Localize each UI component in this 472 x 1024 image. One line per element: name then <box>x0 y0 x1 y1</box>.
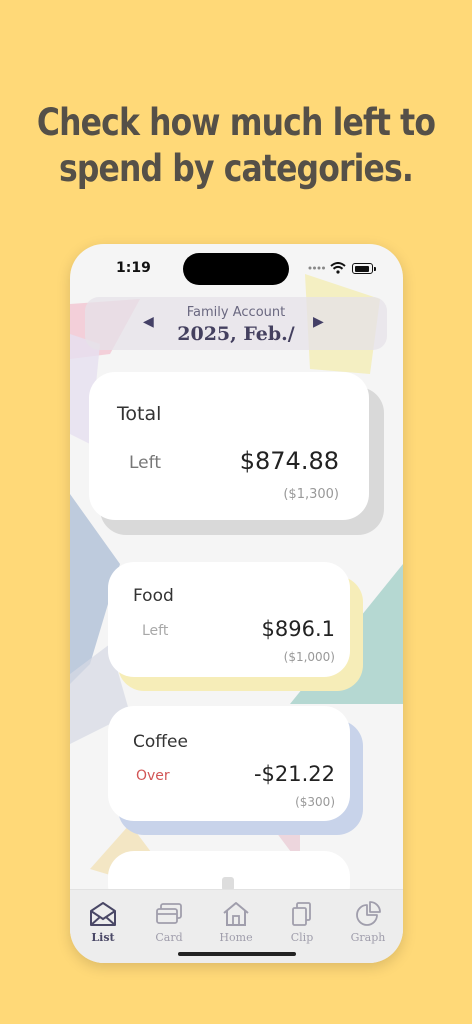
card-icon <box>156 903 182 924</box>
cellular-signal-icon <box>308 266 325 270</box>
tab-clip[interactable]: Clip <box>272 900 332 944</box>
month-label[interactable]: 2025, Feb./ <box>85 323 387 345</box>
tab-home-label: Home <box>219 931 253 944</box>
food-left-label: Left <box>142 623 169 639</box>
coffee-amount: -$21.22 <box>253 762 335 786</box>
account-name[interactable]: Family Account <box>85 305 387 320</box>
tab-graph-label: Graph <box>350 931 386 944</box>
coffee-budget: ($300) <box>295 795 335 809</box>
phone-screen: 1:19 ◀ Family Account 2025, Feb./ ▶ Tota… <box>70 244 403 963</box>
total-card[interactable]: Total Left $874.88 ($1,300) <box>89 372 369 520</box>
food-amount: $896.1 <box>261 617 335 641</box>
total-budget: ($1,300) <box>283 487 339 502</box>
coffee-over-label: Over <box>136 768 170 784</box>
wifi-icon <box>330 262 346 274</box>
coffee-title: Coffee <box>133 732 188 752</box>
tab-list[interactable]: List <box>73 900 133 944</box>
total-amount: $874.88 <box>239 447 339 475</box>
tab-home[interactable]: Home <box>206 900 266 944</box>
status-time: 1:19 <box>116 260 151 276</box>
pie-chart-icon <box>356 901 381 926</box>
envelope-icon <box>90 902 116 926</box>
headline-line-1: Check how much left to <box>36 101 436 144</box>
home-icon <box>223 902 249 926</box>
headline-line-2: spend by categories. <box>58 147 414 190</box>
status-bar: 1:19 <box>70 244 403 294</box>
food-card[interactable]: Food Left $896.1 ($1,000) <box>108 562 350 677</box>
tab-card[interactable]: Card <box>139 900 199 944</box>
tab-card-label: Card <box>155 931 183 944</box>
month-selector: ◀ Family Account 2025, Feb./ ▶ <box>85 297 387 350</box>
food-budget: ($1,000) <box>283 650 335 664</box>
total-title: Total <box>117 403 162 425</box>
dynamic-island <box>183 253 289 285</box>
home-indicator <box>178 952 296 956</box>
next-month-icon[interactable]: ▶ <box>313 314 324 330</box>
headline: Check how much left to spend by categori… <box>35 100 436 192</box>
battery-icon <box>352 263 376 274</box>
total-left-label: Left <box>129 453 161 473</box>
tab-list-label: List <box>91 931 115 944</box>
coffee-card[interactable]: Coffee Over -$21.22 ($300) <box>108 706 350 821</box>
food-title: Food <box>133 586 174 606</box>
clip-icon <box>292 902 311 926</box>
tab-clip-label: Clip <box>290 931 314 944</box>
tab-graph[interactable]: Graph <box>338 900 398 944</box>
